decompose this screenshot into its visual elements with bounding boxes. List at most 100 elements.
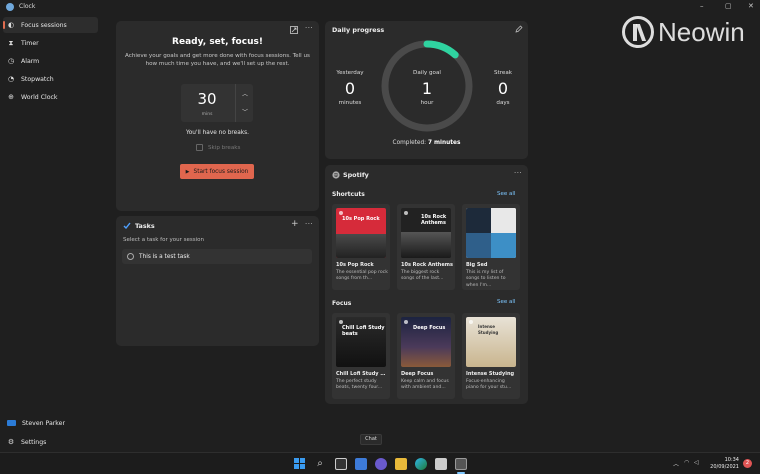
chat-tooltip: Chat [360,434,382,445]
playlist-description: The perfect study beats, twenty four... [336,379,383,391]
streak-label: Streak [493,70,513,76]
minimize-button[interactable]: – [700,2,704,10]
hourglass-icon: ⧗ [8,39,14,47]
tasks-title: Tasks [135,222,155,230]
file-explorer-icon[interactable] [395,458,407,470]
sidebar-item-alarm[interactable]: ◷ Alarm [3,53,98,69]
sidebar-item-timer[interactable]: ⧗ Timer [3,35,98,51]
alarm-icon: ◷ [7,57,15,65]
art-text: 10s Pop Rock [342,216,380,222]
chevron-up-icon[interactable]: ︿ [236,89,254,98]
playlist-description: The biggest rock songs of the last... [401,270,444,282]
more-options-icon[interactable]: ··· [305,24,313,32]
sidebar-item-label: Focus sessions [21,21,67,29]
art-text: Intense Studying [478,324,499,335]
notification-badge[interactable]: 2 [743,459,752,468]
playlist-tile[interactable]: 10s Pop Rock 10s Pop Rock The essential … [332,204,390,290]
shortcuts-label: Shortcuts [332,191,365,198]
clock-app-icon [6,3,14,11]
goal-value: 1 [421,79,433,98]
goal-unit: hour [420,100,434,106]
playlist-title: 10s Pop Rock [336,262,374,268]
window-title: Clock [19,3,36,10]
duration-unit: mins [201,112,213,117]
goal-label: Daily goal [413,70,441,76]
chevron-down-icon[interactable]: ﹀ [236,107,254,116]
title-bar: Clock – ▢ ✕ [0,0,760,14]
store-icon[interactable] [435,458,447,470]
clock-app-window: Clock – ▢ ✕ ◐ Focus sessions ⧗ Timer ◷ A… [0,0,760,452]
focus-see-all-link[interactable]: See all [497,299,515,305]
user-name: Steven Parker [22,419,66,427]
spotify-badge-icon [339,320,343,324]
search-icon[interactable]: ⌕ [314,458,326,470]
playlist-tile[interactable]: Intense Studying Intense Studying Focus-… [462,313,520,399]
duration-value: 30 [197,90,217,108]
taskbar-time[interactable]: 10:34 [712,457,739,463]
stopwatch-icon: ◔ [7,75,15,83]
clock-app-taskbar-icon[interactable] [455,458,467,470]
completed-label: Completed: [392,140,428,146]
maximize-button[interactable]: ▢ [725,2,732,10]
globe-icon: ⊕ [8,93,14,101]
edge-browser-icon[interactable] [415,458,427,470]
close-button[interactable]: ✕ [748,2,754,10]
edit-pencil-icon[interactable] [515,25,523,33]
playlist-art: Chill Lofi Study beats [336,317,386,367]
completed-summary: Completed: 7 minutes [325,140,528,146]
todo-icon [123,222,131,229]
playlist-tile[interactable]: 10s Rock Anthems 10s Rock Anthems The bi… [397,204,455,290]
user-account[interactable]: Steven Parker [3,415,98,431]
taskbar-date[interactable]: 20/09/2021 [708,464,739,470]
chat-icon[interactable] [375,458,387,470]
sidebar-item-world-clock[interactable]: ⊕ World Clock [3,89,98,105]
playlist-tile[interactable]: Chill Lofi Study beats Chill Lofi Study … [332,313,390,399]
taskbar: ⌕ ︿ ◠ ◁ [0,452,760,474]
skip-breaks-label: Skip breaks [208,144,241,151]
yesterday-value: 0 [344,79,356,98]
breaks-info: You'll have no breaks. [185,130,250,136]
spotify-badge-icon [469,320,473,324]
streak-unit: days [496,100,510,106]
start-focus-session-button[interactable]: ▶ Start focus session [180,164,254,179]
duration-picker[interactable]: 30 mins ︿ ﹀ [181,84,253,122]
add-task-icon[interactable]: + [291,219,299,229]
task-view-icon[interactable] [335,458,347,470]
playlist-tile[interactable]: Big Sed This is my list of songs to list… [462,204,520,290]
sidebar-item-stopwatch[interactable]: ◔ Stopwatch [3,71,98,87]
playlist-description: This is my list of songs to listen to wh… [466,270,506,288]
task-radio-icon[interactable] [127,253,134,260]
active-indicator [3,21,5,29]
sidebar-item-settings[interactable]: ⚙ Settings [3,434,98,450]
sidebar-item-focus-sessions[interactable]: ◐ Focus sessions [3,17,98,33]
start-icon[interactable] [294,458,306,470]
album-cover [491,208,516,233]
tasks-card: Tasks + ··· Select a task for your sessi… [116,216,319,346]
more-options-icon[interactable]: ··· [514,169,522,177]
band-photo [401,232,451,258]
album-cover [466,208,491,233]
playlist-description: The essential pop rock songs from th... [336,270,388,282]
more-options-icon[interactable]: ··· [305,220,313,228]
spotify-badge-icon [404,211,408,215]
art-text: Deep Focus [413,325,446,331]
playlist-art: Deep Focus [401,317,451,367]
wifi-icon[interactable]: ◠ [684,459,689,466]
chevron-up-icon[interactable]: ︿ [673,459,679,468]
widgets-icon[interactable] [355,458,367,470]
compact-overlay-icon[interactable] [290,26,298,34]
play-icon: ▶ [185,168,190,175]
neowin-watermark: Neowin [622,14,745,50]
playlist-art: 10s Rock Anthems [401,208,451,258]
shortcuts-see-all-link[interactable]: See all [497,191,515,197]
playlist-title: Deep Focus [401,371,434,377]
band-photo [336,234,386,258]
focus-icon: ◐ [7,21,15,29]
task-item[interactable]: This is a test task [122,249,312,264]
volume-icon[interactable]: ◁ [694,459,699,466]
playlist-tile[interactable]: Deep Focus Deep Focus Keep calm and focu… [397,313,455,399]
sidebar-item-label: Stopwatch [21,75,54,83]
playlist-title: Big Sed [466,262,488,268]
tasks-subtitle: Select a task for your session [123,237,204,243]
skip-breaks-checkbox[interactable]: Skip breaks [196,144,240,151]
